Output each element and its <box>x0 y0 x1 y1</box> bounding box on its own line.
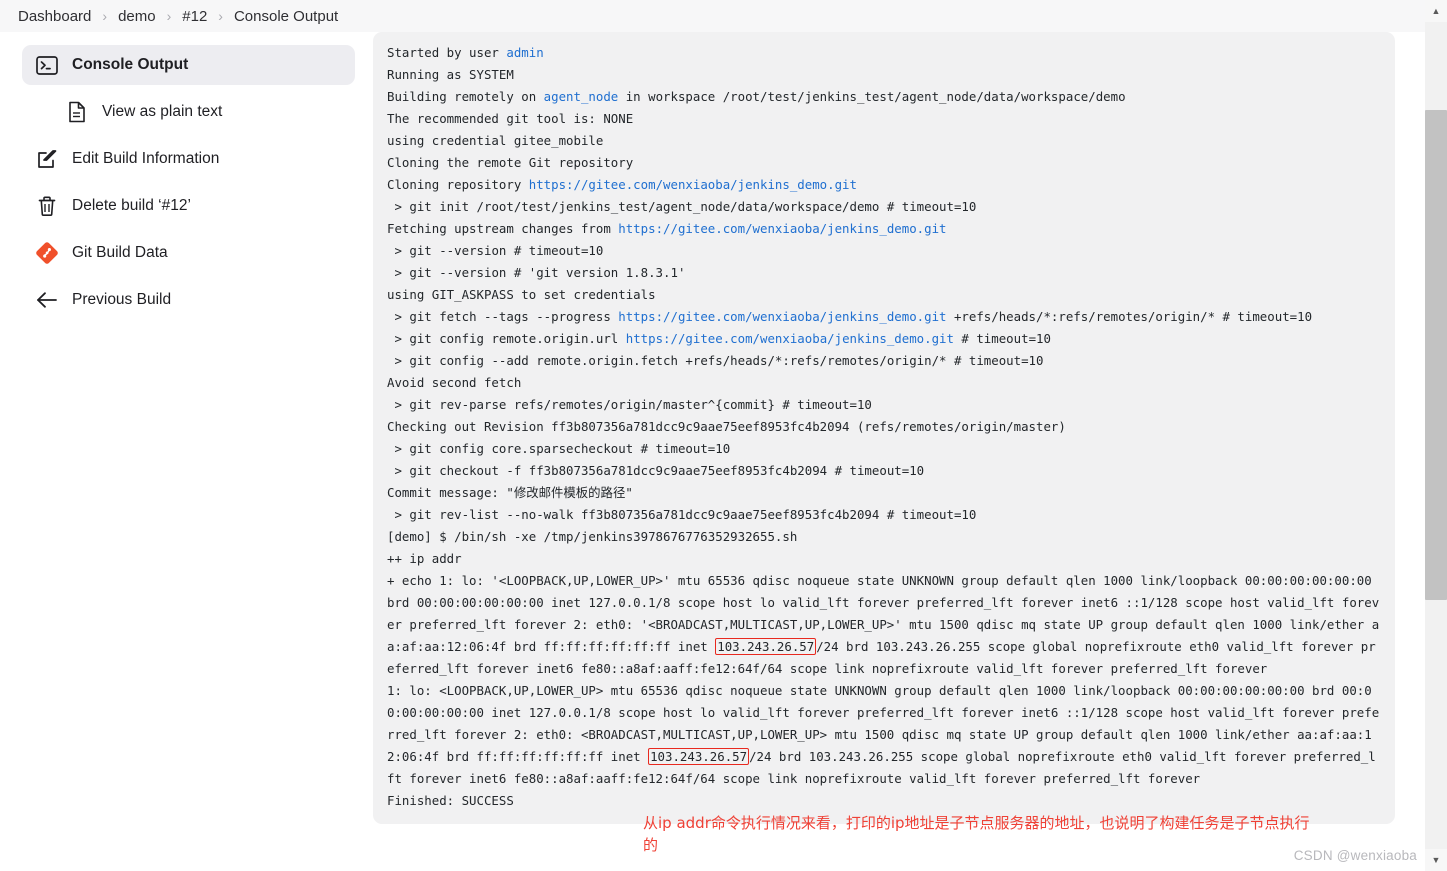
breadcrumb-separator-icon: › <box>218 8 223 24</box>
console-link[interactable]: https://gitee.com/wenxiaoba/jenkins_demo… <box>618 309 946 324</box>
console-log-line: Finished: SUCCESS <box>387 793 514 808</box>
trash-icon <box>34 193 60 219</box>
git-logo-icon <box>34 240 60 266</box>
console-log-line: 1: lo: <LOOPBACK,UP,LOWER_UP> mtu 65536 … <box>387 683 1380 786</box>
console-log-line: > git config core.sparsecheckout # timeo… <box>387 441 731 456</box>
console-log-line: ++ ip addr <box>387 551 462 566</box>
sidebar-item-edit-build-information[interactable]: Edit Build Information <box>22 139 355 179</box>
edit-pencil-icon <box>34 146 60 172</box>
console-log[interactable]: Started by user admin Running as SYSTEM Bu… <box>373 32 1395 824</box>
console-log-line: Building remotely on agent_node in works… <box>387 89 1126 104</box>
console-link[interactable]: https://gitee.com/wenxiaoba/jenkins_demo… <box>626 331 954 346</box>
sidebar-item-label: Delete build ‘#12’ <box>72 197 191 214</box>
console-log-line: > git checkout -f ff3b807356a781dcc9c9aa… <box>387 463 925 478</box>
console-link[interactable]: agent_node <box>544 89 619 104</box>
sidebar-item-previous-build[interactable]: Previous Build <box>22 280 355 320</box>
sidebar-item-label: Edit Build Information <box>72 150 220 167</box>
console-log-line: Started by user admin <box>387 45 544 60</box>
breadcrumb-item-demo[interactable]: demo <box>118 8 156 25</box>
sidebar-item-label: Git Build Data <box>72 244 168 261</box>
console-log-line: Cloning repository https://gitee.com/wen… <box>387 177 857 192</box>
watermark: CSDN @wenxiaoba <box>1293 848 1417 863</box>
sidebar: Console Output View as plain text Edit B… <box>0 32 373 327</box>
sidebar-item-console-output[interactable]: Console Output <box>22 45 355 85</box>
sidebar-item-view-as-plain-text[interactable]: View as plain text <box>52 92 355 132</box>
breadcrumb: Dashboard › demo › #12 › Console Output <box>0 0 1447 32</box>
console-log-line: Running as SYSTEM <box>387 67 514 82</box>
console-log-line: Avoid second fetch <box>387 375 522 390</box>
console-log-line: [demo] $ /bin/sh -xe /tmp/jenkins3978676… <box>387 529 798 544</box>
console-log-line: > git fetch --tags --progress https://gi… <box>387 309 1313 324</box>
page-scrollbar[interactable]: ▲ ▼ <box>1425 0 1447 871</box>
console-log-line: > git rev-list --no-walk ff3b807356a781d… <box>387 507 977 522</box>
highlighted-ip-address: 103.243.26.57 <box>648 748 750 765</box>
console-output-region: Started by user admin Running as SYSTEM Bu… <box>373 32 1447 824</box>
breadcrumb-item-console-output[interactable]: Console Output <box>234 8 338 25</box>
sidebar-item-label: Console Output <box>72 56 189 73</box>
console-log-line: using GIT_ASKPASS to set credentials <box>387 287 664 302</box>
console-log-line: > git config --add remote.origin.fetch +… <box>387 353 1044 368</box>
console-log-line: Checking out Revision ff3b807356a781dcc9… <box>387 419 1066 434</box>
breadcrumb-separator-icon: › <box>102 8 108 24</box>
arrow-left-icon <box>34 287 60 313</box>
console-log-line: The recommended git tool is: NONE <box>387 111 634 126</box>
console-log-line: > git --version # 'git version 1.8.3.1' <box>387 265 686 280</box>
scroll-down-arrow-icon[interactable]: ▼ <box>1425 849 1447 871</box>
sidebar-item-label: Previous Build <box>72 291 172 308</box>
console-link[interactable]: https://gitee.com/wenxiaoba/jenkins_demo… <box>529 177 857 192</box>
console-link[interactable]: https://gitee.com/wenxiaoba/jenkins_demo… <box>618 221 946 236</box>
highlighted-ip-address: 103.243.26.57 <box>715 638 817 655</box>
breadcrumb-item-build-number[interactable]: #12 <box>182 8 207 25</box>
console-log-line: > git init /root/test/jenkins_test/agent… <box>387 199 977 214</box>
console-link[interactable]: admin <box>506 45 543 60</box>
breadcrumb-separator-icon: › <box>166 8 172 24</box>
console-log-line: Fetching upstream changes from https://g… <box>387 221 947 236</box>
console-log-line: > git rev-parse refs/remotes/origin/mast… <box>387 397 872 412</box>
scrollbar-thumb[interactable] <box>1425 110 1447 600</box>
console-log-line: + echo 1: lo: '<LOOPBACK,UP,LOWER_UP>' m… <box>387 573 1380 676</box>
console-log-line: Commit message: "修改邮件模板的路径" <box>387 485 633 500</box>
sidebar-item-label: View as plain text <box>102 103 223 120</box>
breadcrumb-item-dashboard[interactable]: Dashboard <box>18 8 91 25</box>
sidebar-item-git-build-data[interactable]: Git Build Data <box>22 233 355 273</box>
page-body: Console Output View as plain text Edit B… <box>0 32 1447 871</box>
terminal-icon <box>34 52 60 78</box>
console-log-line: > git config remote.origin.url https://g… <box>387 331 1051 346</box>
annotation-note: 从ip addr命令执行情况来看，打印的ip地址是子节点服务器的地址，也说明了构… <box>643 814 1310 854</box>
console-log-line: Cloning the remote Git repository <box>387 155 634 170</box>
sidebar-item-delete-build[interactable]: Delete build ‘#12’ <box>22 186 355 226</box>
console-log-line: using credential gitee_mobile <box>387 133 604 148</box>
console-log-line: > git --version # timeout=10 <box>387 243 604 258</box>
document-icon <box>64 99 90 125</box>
scroll-up-arrow-icon[interactable]: ▲ <box>1425 0 1447 22</box>
